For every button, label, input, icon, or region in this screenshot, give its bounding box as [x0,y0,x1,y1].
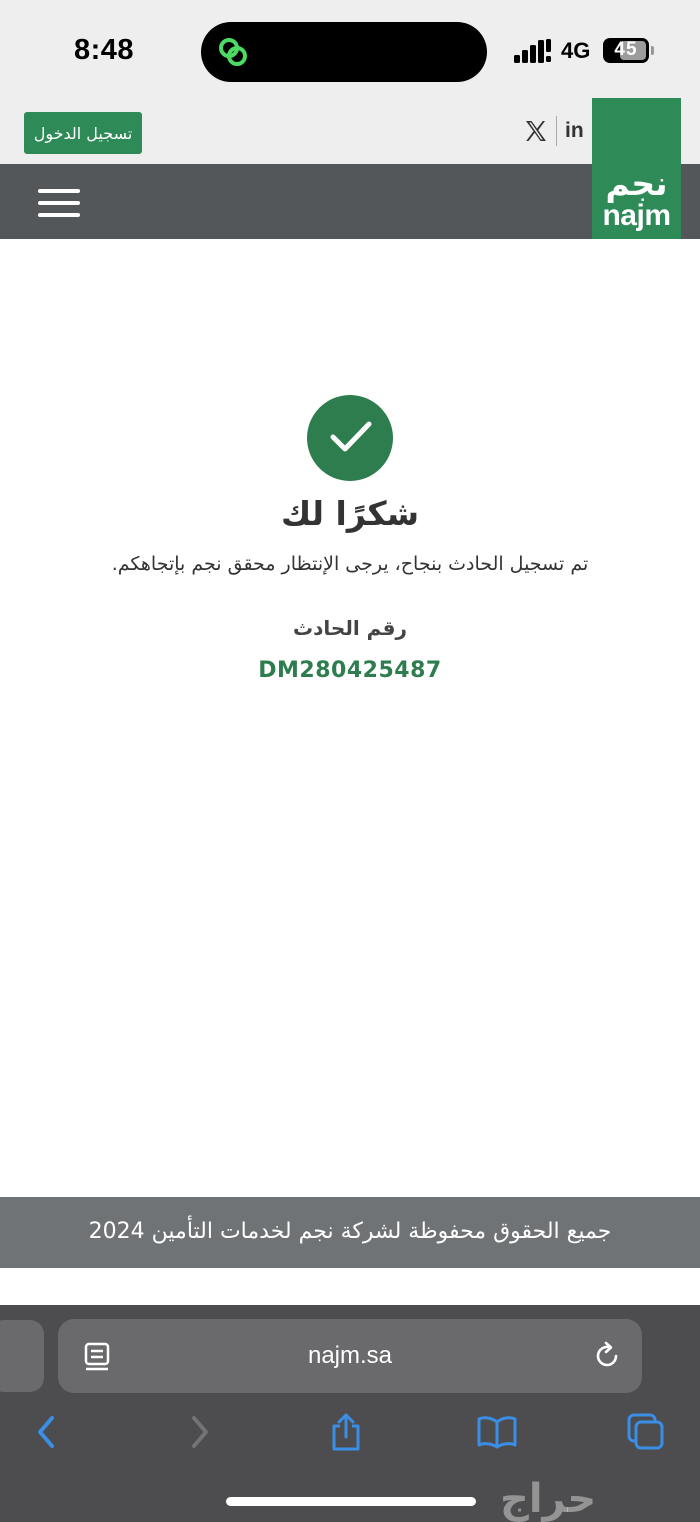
accident-number-label: رقم الحادث [293,616,407,640]
network-type: 4G [561,38,591,63]
address-bar[interactable]: najm.sa [58,1319,642,1393]
home-indicator[interactable] [226,1497,476,1506]
link-app-icon [219,38,247,66]
copyright-text: جميع الحقوق محفوظة لشركة نجم لخدمات التأ… [88,1219,612,1244]
status-bar: 8:48 4G 45 [0,0,700,98]
previous-tab-preview[interactable] [0,1320,44,1392]
tabs-icon[interactable] [626,1412,666,1452]
hamburger-menu-icon[interactable] [38,187,82,219]
checkmark-icon [330,421,372,452]
success-message: تم تسجيل الحادث بنجاح، يرجى الإنتظار محق… [111,553,589,575]
dynamic-island [201,22,487,82]
accident-number-value: DM280425487 [258,658,442,683]
logo-arabic: نجم [605,164,668,203]
battery-cap [651,46,654,55]
thanks-title: شكرًا لك [280,494,420,533]
signal-icon [514,39,551,63]
url-text: najm.sa [307,1342,393,1369]
linkedin-icon[interactable]: in [565,119,584,143]
back-icon[interactable] [30,1412,64,1452]
bookmarks-icon[interactable] [476,1412,518,1452]
social-links: in [524,116,584,146]
najm-logo[interactable]: نجم najm [592,98,681,239]
forward-icon[interactable] [182,1412,216,1452]
social-divider [556,116,557,146]
reload-icon[interactable] [592,1341,622,1371]
battery-percent: 45 [614,39,638,60]
battery-icon: 45 [603,38,649,63]
x-icon[interactable] [524,119,548,143]
success-check-icon [307,395,393,481]
page-footer: جميع الحقوق محفوظة لشركة نجم لخدمات التأ… [0,1197,700,1268]
share-icon[interactable] [329,1412,363,1452]
status-time: 8:48 [74,34,135,66]
watermark-text: حراج [500,1476,597,1522]
logo-english: najm [602,199,671,232]
login-button[interactable]: تسجيل الدخول [24,112,142,154]
